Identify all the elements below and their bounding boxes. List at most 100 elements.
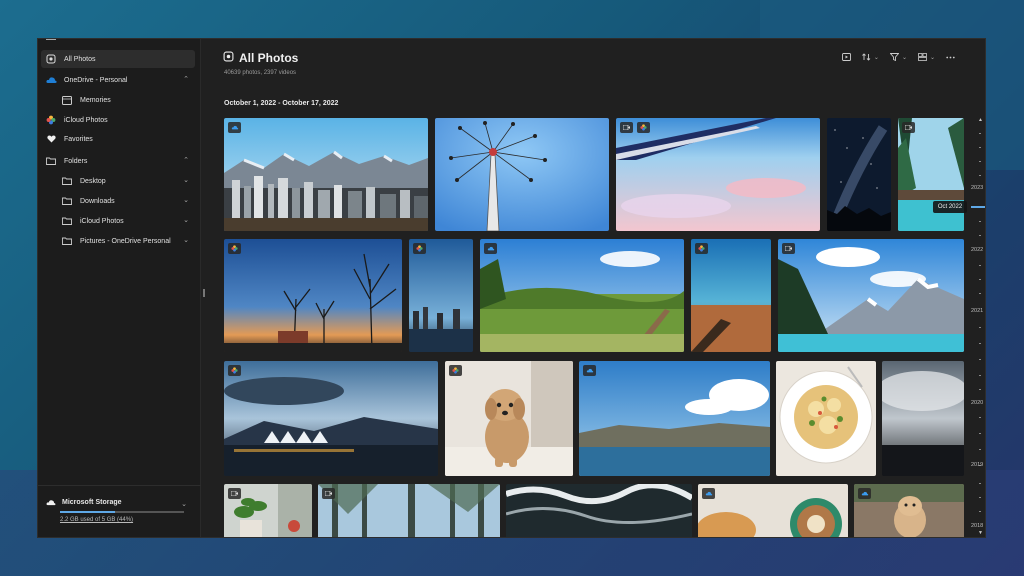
sidebar-item-label: iCloud Photos [64,116,108,124]
chevron-down-icon[interactable]: ⌄ [181,500,187,508]
onedrive-cloud-icon [583,365,596,376]
timeline-tick [979,483,981,484]
photo-plants[interactable] [224,484,312,537]
chevron-down-icon[interactable]: ⌄ [183,176,189,184]
timeline-tick [979,265,981,266]
video-icon [620,122,633,133]
sidebar-item-pictures-onedrive[interactable]: Pictures - OneDrive Personal ⌄ [57,232,195,250]
folder-icon [61,195,73,207]
scroll-up-icon[interactable]: ▲ [978,117,983,123]
video-icon [228,488,241,499]
sidebar-item-label: Pictures - OneDrive Personal [80,237,171,245]
timeline-tick [979,497,981,498]
onedrive-cloud-icon [484,243,497,254]
sidebar-item-onedrive[interactable]: OneDrive - Personal ⌃ [41,71,195,89]
filter-button[interactable]: ⌄ [889,53,907,61]
timeline-tick [979,161,981,162]
photo-airplane-wing[interactable] [616,118,820,231]
photo-swing-ride[interactable] [435,118,609,231]
storage-panel[interactable]: Microsoft Storage ⌄ 2.2 GB used of 5 GB … [38,485,201,537]
photo-forest-canopy[interactable] [318,484,500,537]
photo-mountain-lake[interactable] [778,239,964,352]
sort-button[interactable]: ⌄ [862,53,879,61]
storage-progress-bar [60,511,184,513]
photo-pasta-plate[interactable] [776,361,876,476]
more-button[interactable] [946,56,955,59]
chevron-down-icon[interactable]: ⌄ [183,236,189,244]
timeline-tick [979,293,981,294]
sidebar-item-memories[interactable]: Memories [57,91,195,109]
photo-dog-outdoors[interactable] [854,484,964,537]
sidebar-item-icloud-photos[interactable]: iCloud Photos [41,111,195,129]
more-icon [946,56,955,58]
timeline-tick [979,235,981,236]
sidebar-item-label: Memories [80,96,111,104]
date-range-heading: October 1, 2022 - October 17, 2022 [224,100,339,107]
chevron-up-icon[interactable]: ⌃ [183,75,189,83]
photo-count: 40639 photos, 2397 videos [224,70,297,76]
sidebar-item-label: Downloads [80,197,115,205]
timeline-tick [979,327,981,328]
chevron-down-icon: ⌄ [929,54,935,61]
storage-used-link[interactable]: 2.2 GB used of 5 GB (44%) [60,517,193,523]
photo-forest-pool[interactable] [898,118,964,231]
timeline-tick [979,221,981,222]
timeline-year[interactable]: 2023 [971,185,983,191]
timeline-year[interactable]: 2022 [971,247,983,253]
photo-night-sky[interactable] [827,118,891,231]
chevron-down-icon[interactable]: ⌄ [183,216,189,224]
photo-sunset-trees[interactable] [224,239,402,352]
sidebar-item-all-photos[interactable]: All Photos [41,50,195,68]
chevron-down-icon: ⌄ [873,54,879,61]
sidebar-item-icloud-folder[interactable]: iCloud Photos ⌄ [57,212,195,230]
timeline-year[interactable]: 2019 [971,462,983,468]
view-button[interactable]: ⌄ [918,53,935,61]
sidebar-item-downloads[interactable]: Downloads ⌄ [57,192,195,210]
photo-ocean-waves[interactable] [506,484,692,537]
timeline-tick [979,133,981,134]
timeline-position-marker[interactable] [971,206,985,208]
sidebar-item-label: OneDrive - Personal [64,76,128,84]
timeline-scrubber[interactable]: ▲ 2023 Oct 2022 2022 2021 2020 2019 2018… [933,117,985,537]
photo-coffee-pastry[interactable] [698,484,848,537]
slideshow-button[interactable] [841,53,851,61]
sidebar-item-desktop[interactable]: Desktop ⌄ [57,172,195,190]
page-title: All Photos [239,51,299,65]
timeline-tick [979,343,981,344]
photo-green-field[interactable] [480,239,684,352]
view-icon [918,53,927,61]
chevron-up-icon[interactable]: ⌃ [183,156,189,164]
icloud-icon [228,365,241,376]
onedrive-cloud-icon [858,488,871,499]
sort-icon [862,53,871,61]
scroll-down-icon[interactable]: ▼ [978,530,983,536]
sidebar-item-label: iCloud Photos [80,217,124,225]
timeline-year[interactable]: 2020 [971,400,983,406]
video-icon [782,243,795,254]
hamburger-menu-icon[interactable] [46,39,56,43]
timeline-year[interactable]: 2018 [971,523,983,529]
sidebar-item-label: Favorites [64,135,93,143]
chevron-down-icon[interactable]: ⌄ [183,196,189,204]
photo-vancouver-skyline[interactable] [224,118,428,231]
sidebar-item-folders[interactable]: Folders ⌃ [41,152,195,170]
timeline-tick [979,375,981,376]
photo-coastal-cliffs[interactable] [579,361,770,476]
photo-city-waterfront[interactable] [409,239,473,352]
storage-title: Microsoft Storage [62,499,122,506]
sidebar-item-favorites[interactable]: Favorites [41,130,195,148]
photo-storm-clouds[interactable] [882,361,964,476]
sidebar: All Photos OneDrive - Personal ⌃ Memorie… [38,39,201,537]
timeline-year[interactable]: 2021 [971,308,983,314]
page-header: All Photos [223,49,298,67]
photo-canada-place[interactable] [224,361,438,476]
photo-beach-shadow[interactable] [691,239,771,352]
heart-icon [45,133,57,145]
icloud-icon [449,365,462,376]
sidebar-item-label: Folders [64,157,88,165]
timeline-tick [979,279,981,280]
photo-puppy[interactable] [445,361,573,476]
icloud-icon [45,114,57,126]
timeline-tick [979,511,981,512]
photos-app-window: All Photos OneDrive - Personal ⌃ Memorie… [37,38,986,538]
